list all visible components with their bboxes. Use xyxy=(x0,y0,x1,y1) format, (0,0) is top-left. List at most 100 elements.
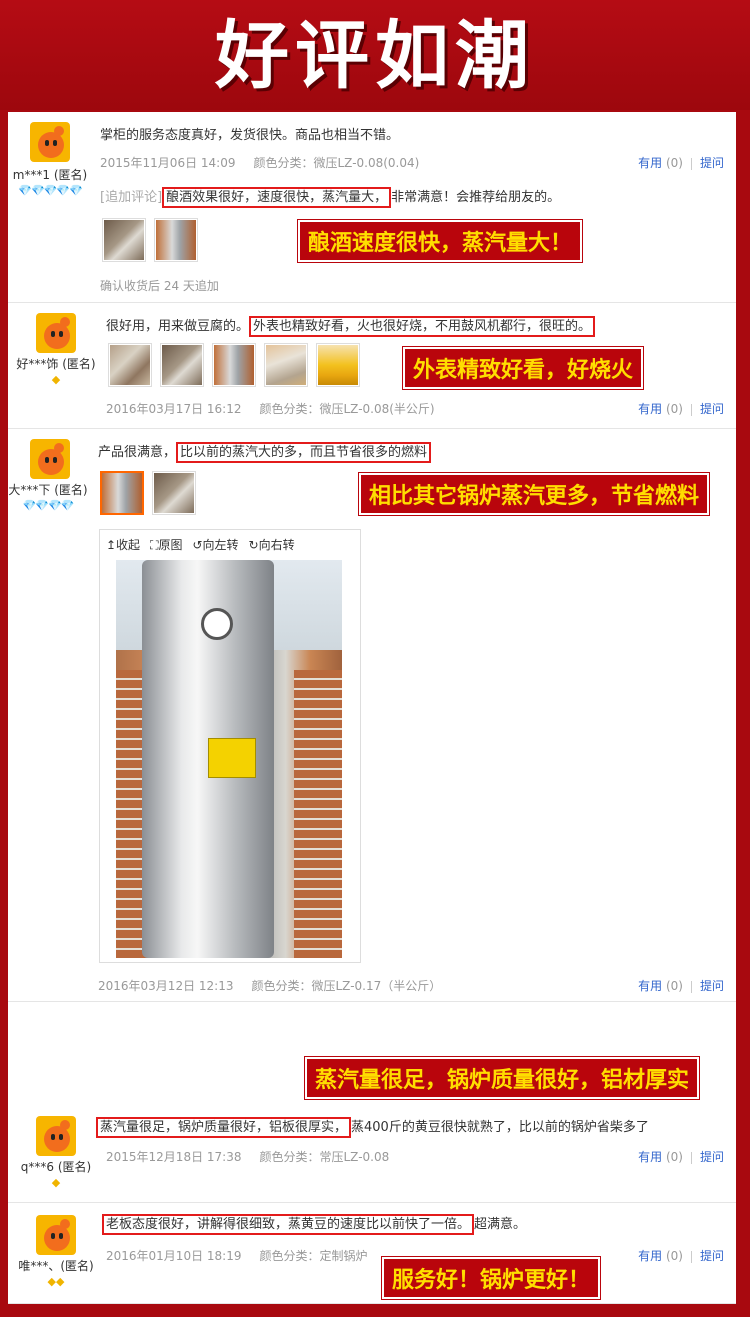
review-meta: 2016年03月17日 16:12 颜色分类：微压LZ-0.08(半公斤) xyxy=(106,400,435,417)
photo-thumbnail[interactable] xyxy=(152,471,196,515)
useful-button[interactable]: 有用 xyxy=(638,1150,662,1164)
review-text-pre: 很好用，用来做豆腐的。 xyxy=(106,319,250,334)
photo-thumbnail[interactable] xyxy=(102,218,146,262)
reviewer-rank-icon: 💎💎💎💎 xyxy=(22,499,75,512)
highlight-callout: 蒸汽量很足，锅炉质量很好，铝材厚实 xyxy=(305,1057,700,1099)
append-review: [追加评论] 酿酒效果很好，速度很快，蒸汽量大， 非常满意！会推荐给朋友的。 xyxy=(100,186,561,208)
viewer-toolbar: ↥收起 ⛶原图 ↺向左转 ↻向右转 xyxy=(106,536,305,553)
spec-prefix: 颜色分类： xyxy=(253,156,314,170)
review-text: 老板态度很好，讲解得很细致，蒸黄豆的速度比以前快了一倍。 超满意。 xyxy=(102,1213,527,1235)
useful-button[interactable]: 有用 xyxy=(638,979,662,993)
review-item: 好***饰 (匿名) ◆ 很好用，用来做豆腐的。 外表也精致好看，火也很好烧，不用… xyxy=(8,303,736,429)
highlight-callout: 服务好！锅炉更好！ xyxy=(382,1257,601,1299)
reviewer-name: 好***饰 (匿名) xyxy=(16,357,96,371)
avatar[interactable] xyxy=(36,1116,76,1156)
review-item: 大***下 (匿名) 💎💎💎💎 产品很满意， 比以前的蒸汽大的多，而且节省很多的燃… xyxy=(8,429,736,1002)
review-text-rest: 蒸400斤的黄豆很快就熟了，比以前的锅炉省柴多了 xyxy=(351,1120,649,1135)
useful-count: (0) xyxy=(665,979,683,993)
highlight-callout: 外表精致好看，好烧火 xyxy=(403,347,644,389)
review-spec: 微压LZ-0.17（半公斤） xyxy=(311,979,442,993)
collapse-button[interactable]: ↥收起 xyxy=(106,538,140,552)
review-item: m***1 (匿名) 💎💎💎💎💎 掌柜的服务态度真好，发货很快。商品也相当不错。… xyxy=(8,112,736,303)
highlighted-text: 老板态度很好，讲解得很细致，蒸黄豆的速度比以前快了一倍。 xyxy=(102,1214,475,1235)
photo-thumbnails xyxy=(108,343,360,387)
append-tag: [追加评论] xyxy=(100,190,163,205)
original-image-button[interactable]: ⛶原图 xyxy=(150,538,182,552)
useful-button[interactable]: 有用 xyxy=(638,1249,662,1263)
review-item: q***6 (匿名) ◆ 蒸汽量很足，锅炉质量很好，铝板很厚实， 蒸400斤的黄豆… xyxy=(8,1102,736,1203)
photo-thumbnails xyxy=(102,218,198,262)
photo-thumbnail[interactable] xyxy=(154,218,198,262)
review-date: 2015年11月06日 14:09 xyxy=(100,156,236,170)
rotate-right-button[interactable]: ↻向右转 xyxy=(249,538,295,552)
review-spec: 微压LZ-0.08(半公斤) xyxy=(319,402,435,416)
review-item: 唯***、(匿名) ◆◆ 老板态度很好，讲解得很细致，蒸黄豆的速度比以前快了一倍… xyxy=(8,1203,736,1304)
review-date: 2016年01月10日 18:19 xyxy=(106,1249,242,1263)
review-spec: 微压LZ-0.08(0.04) xyxy=(313,156,420,170)
warning-label-icon xyxy=(208,738,256,778)
spec-prefix: 颜色分类： xyxy=(259,1150,320,1164)
review-actions: 有用 (0) 提问 xyxy=(638,1247,724,1264)
reviewer-name: q***6 (匿名) xyxy=(20,1160,92,1174)
reviewer-rank-icon: ◆◆ xyxy=(47,1275,65,1288)
banner-title: 好评如潮 xyxy=(215,13,535,99)
avatar[interactable] xyxy=(30,122,70,162)
review-meta: 2015年12月18日 17:38 颜色分类：常压LZ-0.08 xyxy=(106,1148,389,1165)
photo-thumbnail-selected[interactable] xyxy=(100,471,144,515)
ask-button[interactable]: 提问 xyxy=(700,979,724,993)
useful-button[interactable]: 有用 xyxy=(638,402,662,416)
spec-prefix: 颜色分类： xyxy=(251,979,312,993)
photo-thumbnail[interactable] xyxy=(264,343,308,387)
highlight-callout: 酿酒速度很快，蒸汽量大！ xyxy=(298,220,583,262)
avatar[interactable] xyxy=(36,1215,76,1255)
review-spec: 定制锅炉 xyxy=(319,1249,368,1263)
boiler-photo[interactable] xyxy=(116,560,342,958)
reviewer-rank-icon: ◆ xyxy=(51,1176,61,1189)
reviewer-rank-icon: 💎💎💎💎💎 xyxy=(18,184,82,197)
reviewer-name: 大***下 (匿名) xyxy=(8,483,88,497)
review-date: 2016年03月12日 12:13 xyxy=(98,979,234,993)
photo-thumbnail[interactable] xyxy=(316,343,360,387)
image-viewer: ↥收起 ⛶原图 ↺向左转 ↻向右转 xyxy=(99,529,361,963)
useful-count: (0) xyxy=(665,156,683,170)
ask-button[interactable]: 提问 xyxy=(700,156,724,170)
useful-count: (0) xyxy=(665,1249,683,1263)
review-actions: 有用 (0) 提问 xyxy=(638,400,724,417)
review-meta: 2016年01月10日 18:19 颜色分类：定制锅炉 xyxy=(106,1247,368,1264)
review-text: 蒸汽量很足，锅炉质量很好，铝板很厚实， 蒸400斤的黄豆很快就熟了，比以前的锅炉省… xyxy=(96,1116,649,1138)
review-date: 2016年03月17日 16:12 xyxy=(106,402,242,416)
review-list: m***1 (匿名) 💎💎💎💎💎 掌柜的服务态度真好，发货很快。商品也相当不错。… xyxy=(8,112,736,1304)
spec-prefix: 颜色分类： xyxy=(259,402,320,416)
highlighted-text: 酿酒效果很好，速度很快，蒸汽量大， xyxy=(162,187,392,208)
review-actions: 有用 (0) 提问 xyxy=(638,1148,724,1165)
reviewer-name: m***1 (匿名) xyxy=(12,168,88,182)
review-date: 2015年12月18日 17:38 xyxy=(106,1150,242,1164)
highlight-callout: 相比其它锅炉蒸汽更多，节省燃料 xyxy=(359,473,710,515)
review-actions: 有用 (0) 提问 xyxy=(638,977,724,994)
review-text-rest: 超满意。 xyxy=(474,1217,527,1232)
highlighted-text: 比以前的蒸汽大的多，而且节省很多的燃料 xyxy=(176,442,432,463)
ask-button[interactable]: 提问 xyxy=(700,1249,724,1263)
useful-button[interactable]: 有用 xyxy=(638,156,662,170)
highlighted-text: 外表也精致好看，火也很好烧，不用鼓风机都行，很旺的。 xyxy=(249,316,596,337)
review-text: 很好用，用来做豆腐的。 外表也精致好看，火也很好烧，不用鼓风机都行，很旺的。 xyxy=(106,315,596,337)
avatar[interactable] xyxy=(36,313,76,353)
photo-thumbnail[interactable] xyxy=(160,343,204,387)
ask-button[interactable]: 提问 xyxy=(700,1150,724,1164)
review-text-pre: 产品很满意， xyxy=(98,445,177,460)
pressure-gauge-icon xyxy=(201,608,233,640)
review-spec: 常压LZ-0.08 xyxy=(319,1150,390,1164)
useful-count: (0) xyxy=(665,1150,683,1164)
reviewer-rank-icon: ◆ xyxy=(51,373,61,386)
append-text: 非常满意！会推荐给朋友的。 xyxy=(391,190,561,205)
review-text: 产品很满意， 比以前的蒸汽大的多，而且节省很多的燃料 xyxy=(98,441,432,463)
photo-thumbnail[interactable] xyxy=(108,343,152,387)
ask-button[interactable]: 提问 xyxy=(700,402,724,416)
photo-thumbnail[interactable] xyxy=(212,343,256,387)
reviewer-name: 唯***、(匿名) xyxy=(18,1259,94,1273)
highlighted-text: 蒸汽量很足，锅炉质量很好，铝板很厚实， xyxy=(96,1117,352,1138)
rotate-left-button[interactable]: ↺向左转 xyxy=(192,538,238,552)
review-meta: 2016年03月12日 12:13 颜色分类：微压LZ-0.17（半公斤） xyxy=(98,977,441,994)
header-banner: 好评如潮 xyxy=(0,0,750,110)
avatar[interactable] xyxy=(30,439,70,479)
